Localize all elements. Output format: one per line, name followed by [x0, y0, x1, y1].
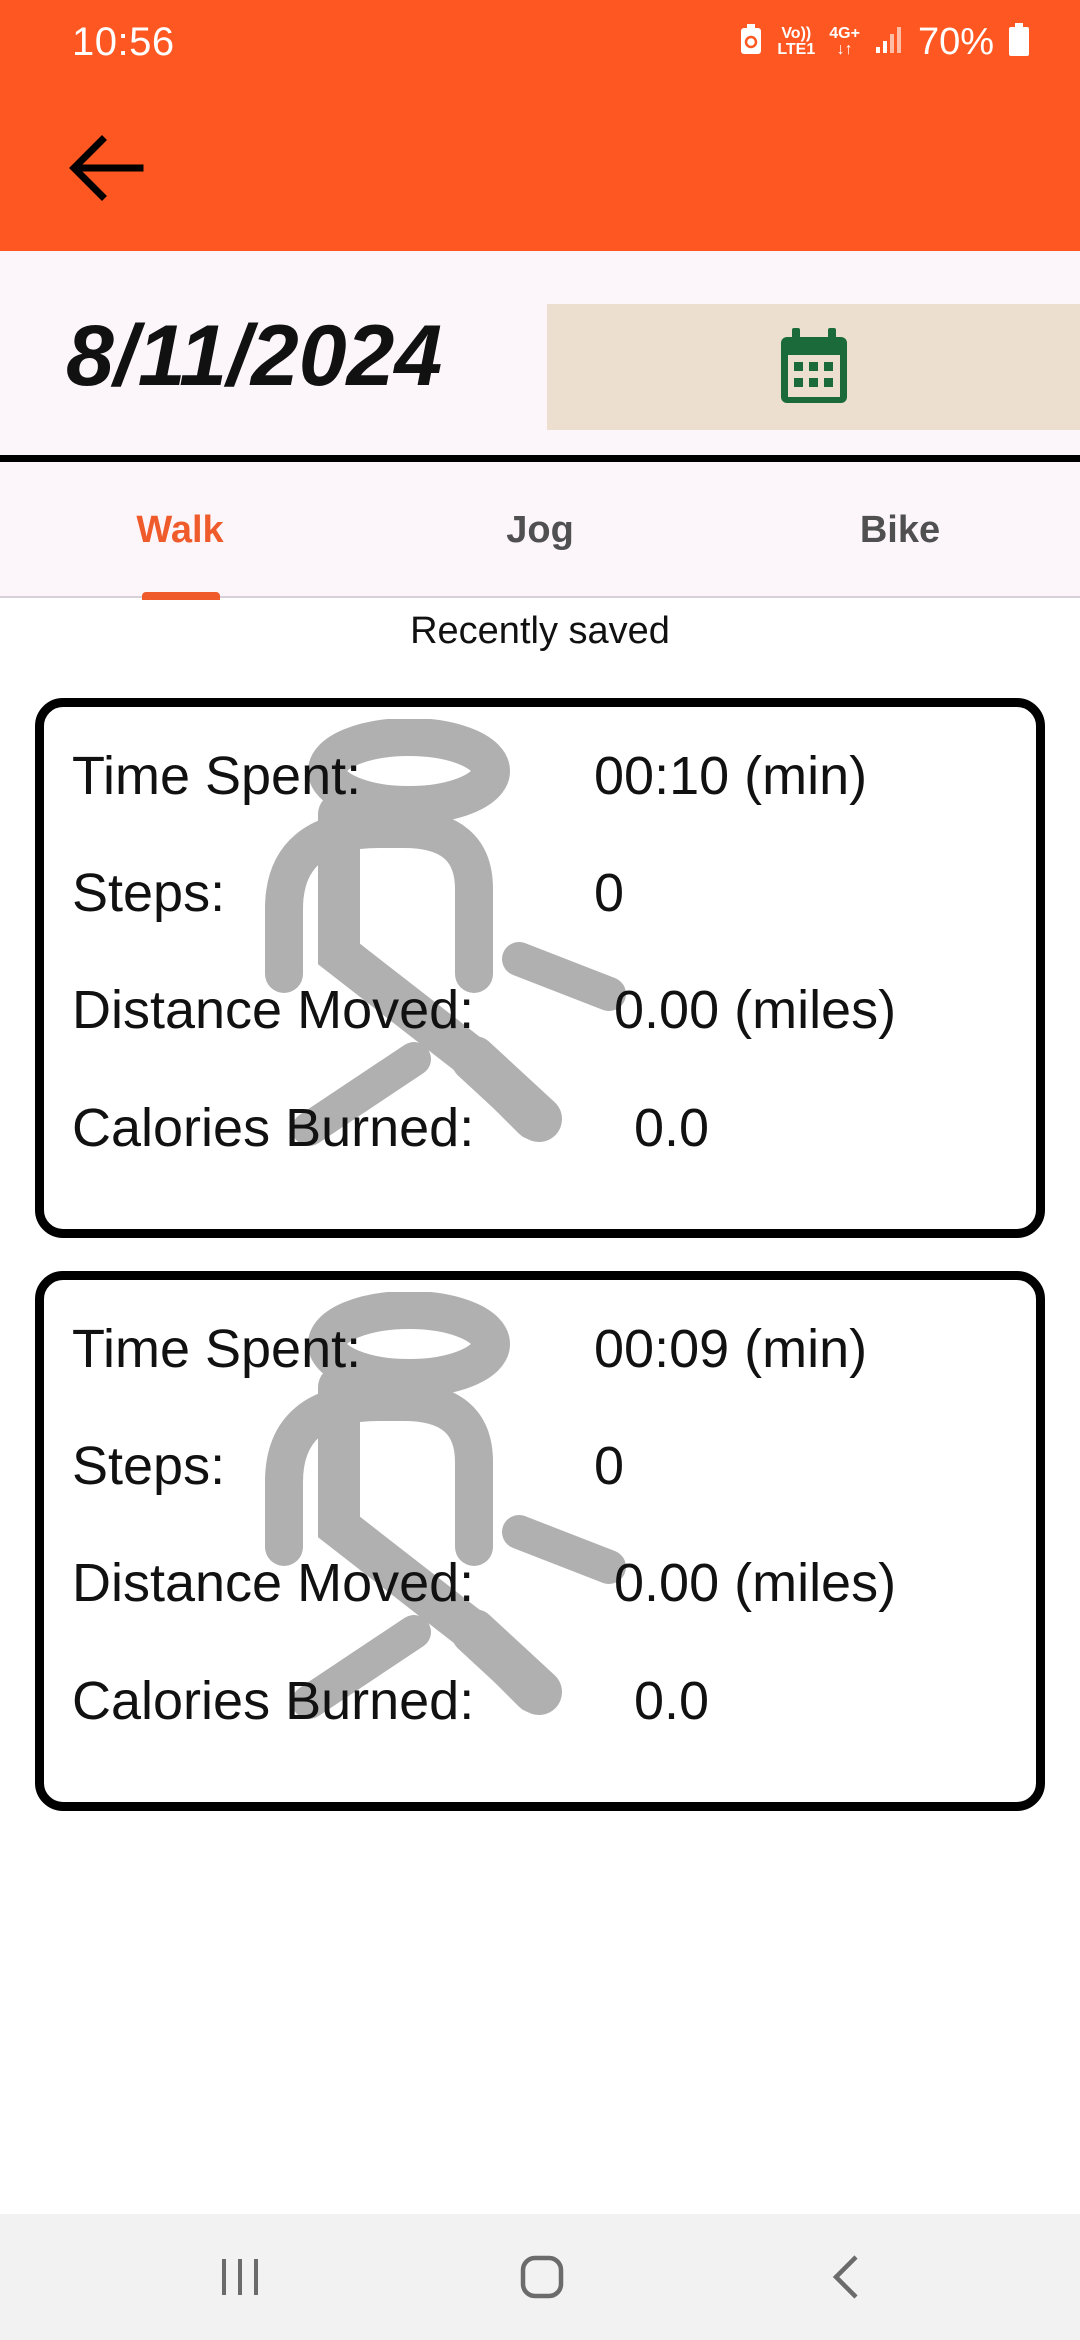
data-arrows-icon: ↓↑ [836, 41, 853, 58]
date-divider [0, 455, 1080, 462]
tab-walk[interactable]: Walk [0, 462, 360, 598]
status-icons: Vo)) LTE1 4G+ ↓↑ 70% [739, 18, 1030, 66]
time-spent-row: Time Spent: 00:09 (min) [44, 1318, 1036, 1398]
home-button[interactable] [442, 2214, 642, 2340]
nav-back-button[interactable] [746, 2214, 946, 2340]
calories-row: Calories Burned: 0.0 [44, 1670, 1036, 1750]
volte-bottom-text: LTE1 [777, 41, 816, 58]
distance-row: Distance Moved: 0.00 (miles) [44, 979, 1036, 1059]
calendar-icon [780, 328, 847, 403]
time-spent-label: Time Spent: [72, 746, 362, 806]
steps-row: Steps: 0 [44, 862, 1036, 942]
distance-value: 0.00 (miles) [614, 980, 897, 1040]
back-button[interactable] [56, 118, 156, 218]
steps-value: 0 [594, 863, 625, 923]
steps-label: Steps: [72, 863, 226, 923]
calories-label: Calories Burned: [72, 1098, 475, 1158]
calories-value: 0.0 [634, 1098, 710, 1158]
app-screen: 10:56 Vo)) LTE1 4G+ ↓↑ 70% 8/11/2024 Wal… [0, 0, 1080, 2340]
volte-indicator: Vo)) LTE1 [777, 26, 815, 58]
record-card[interactable]: Time Spent: 00:09 (min) Steps: 0 Distanc… [35, 1271, 1045, 1811]
record-card[interactable]: Time Spent: 00:10 (min) Steps: 0 Distanc… [35, 698, 1045, 1238]
calories-label: Calories Burned: [72, 1671, 475, 1731]
time-spent-row: Time Spent: 00:10 (min) [44, 745, 1036, 825]
steps-label: Steps: [72, 1436, 226, 1496]
arrow-left-icon [69, 135, 144, 201]
steps-row: Steps: 0 [44, 1435, 1036, 1515]
recent-apps-icon [222, 2259, 258, 2295]
status-time: 10:56 [72, 20, 175, 64]
battery-saver-icon [739, 23, 763, 61]
recently-saved-label: Recently saved [410, 610, 670, 652]
volte-top-text: Vo)) [781, 25, 812, 42]
home-icon [520, 2255, 564, 2299]
distance-label: Distance Moved: [72, 1553, 475, 1613]
nav-back-icon [832, 2255, 858, 2299]
calendar-button[interactable] [547, 304, 1080, 430]
time-spent-value: 00:10 (min) [594, 746, 868, 806]
battery-icon [1008, 22, 1030, 62]
battery-percent: 70% [917, 20, 994, 63]
status-bar: 10:56 Vo)) LTE1 4G+ ↓↑ 70% [0, 0, 1080, 88]
steps-value: 0 [594, 1436, 625, 1496]
distance-label: Distance Moved: [72, 980, 475, 1040]
tab-jog[interactable]: Jog [360, 462, 720, 598]
tab-indicator [142, 592, 220, 600]
date-row: 8/11/2024 [0, 251, 1080, 457]
network-type: 4G+ [829, 25, 860, 42]
time-spent-value: 00:09 (min) [594, 1319, 868, 1379]
distance-row: Distance Moved: 0.00 (miles) [44, 1552, 1036, 1632]
calories-value: 0.0 [634, 1671, 710, 1731]
network-indicator: 4G+ ↓↑ [829, 26, 860, 58]
activity-tabs: Walk Jog Bike [0, 462, 1080, 600]
selected-date: 8/11/2024 [66, 308, 443, 404]
recent-apps-button[interactable] [140, 2214, 340, 2340]
time-spent-label: Time Spent: [72, 1319, 362, 1379]
tab-bike[interactable]: Bike [720, 462, 1080, 598]
signal-icon [874, 25, 904, 60]
distance-value: 0.00 (miles) [614, 1553, 897, 1613]
app-bar: 10:56 Vo)) LTE1 4G+ ↓↑ 70% [0, 0, 1080, 251]
system-nav-bar [0, 2214, 1080, 2340]
calories-row: Calories Burned: 0.0 [44, 1097, 1036, 1177]
